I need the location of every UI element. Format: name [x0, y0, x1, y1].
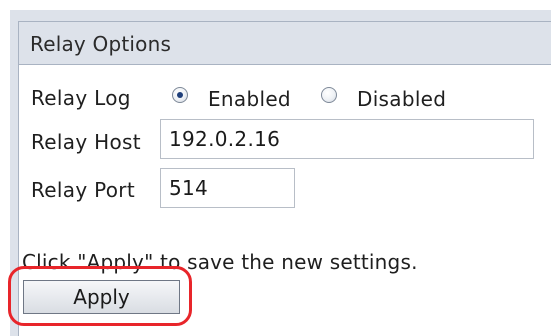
page: Relay Options Relay Log Enabled Disabled…	[0, 0, 551, 336]
relay-log-disabled-label[interactable]: Disabled	[357, 87, 446, 111]
relay-log-enabled-radio[interactable]	[172, 87, 188, 103]
relay-log-disabled-radio[interactable]	[321, 87, 337, 103]
relay-host-input[interactable]	[160, 119, 534, 159]
radio-selected-dot	[177, 92, 183, 98]
relay-port-input[interactable]	[160, 168, 295, 208]
panel-title: Relay Options	[30, 32, 172, 56]
relay-log-enabled-label[interactable]: Enabled	[208, 87, 291, 111]
relay-log-label: Relay Log	[31, 86, 131, 110]
panel-header: Relay Options	[19, 22, 551, 65]
apply-button[interactable]: Apply	[23, 280, 180, 314]
relay-host-label: Relay Host	[31, 130, 141, 154]
relay-port-label: Relay Port	[31, 178, 135, 202]
apply-hint-text: Click "Apply" to save the new settings.	[22, 250, 418, 274]
